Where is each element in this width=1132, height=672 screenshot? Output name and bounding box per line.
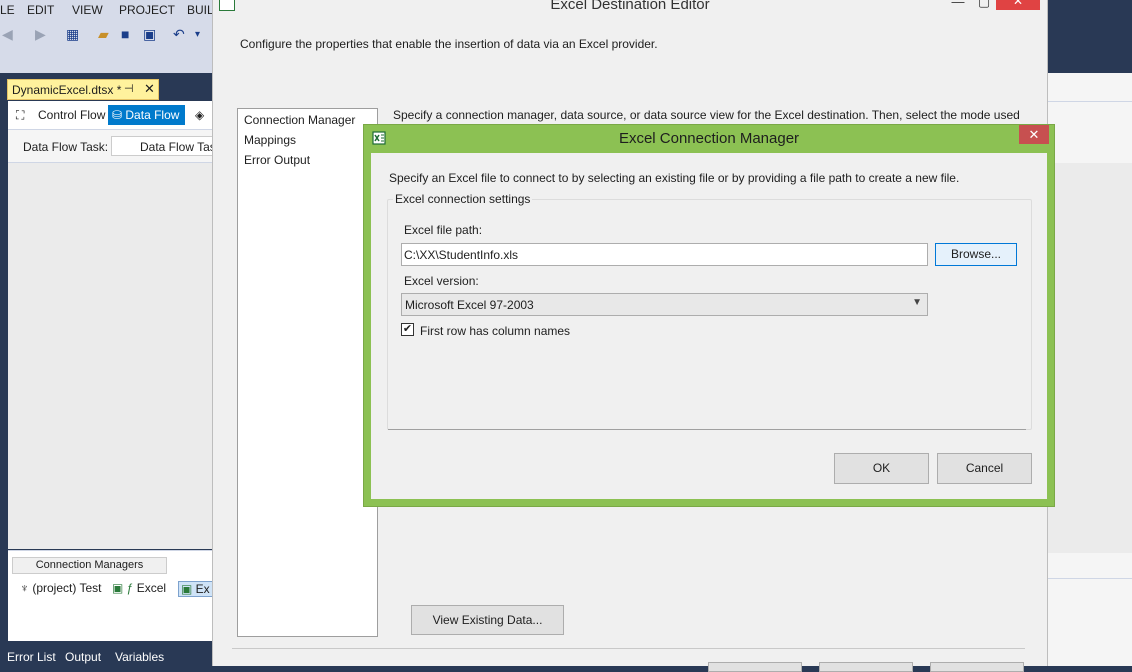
connection-item-project-test[interactable]: ♆ (project) Test (20, 581, 101, 595)
connection-item-label: (project) Test (32, 581, 102, 595)
vs-toolbar: ◀ ▶ ▦ ▰ ■ ▣ ↶ ▾ (0, 21, 212, 49)
version-label: Excel version: (404, 274, 479, 288)
nav-error-output[interactable]: Error Output (244, 153, 310, 167)
vs-right-chrome (1048, 0, 1132, 73)
close-tab-icon[interactable]: ✕ (144, 81, 155, 97)
new-project-icon[interactable]: ▦ (66, 26, 79, 43)
editor-button-partial[interactable] (708, 662, 802, 672)
back-icon[interactable]: ◀ (2, 26, 13, 43)
first-row-checkbox[interactable]: ✔ (401, 323, 414, 336)
vs-divider (0, 73, 212, 78)
dialog-title: Excel Connection Manager (618, 130, 800, 147)
editor-title: Excel Destination Editor (550, 0, 710, 13)
ok-button[interactable]: OK (834, 453, 929, 484)
parameters-icon[interactable]: ◈ (195, 105, 204, 125)
excel-icon: ▣ (181, 582, 196, 596)
save-icon[interactable]: ■ (121, 26, 129, 42)
open-folder-icon[interactable]: ▰ (98, 26, 109, 43)
first-row-label: First row has column names (420, 324, 571, 338)
file-path-input[interactable] (401, 243, 928, 266)
chevron-down-icon: ▼ (912, 297, 922, 308)
excel-version-value: Microsoft Excel 97-2003 (405, 298, 534, 312)
connection-managers-title: Connection Managers (12, 557, 167, 574)
editor-button-partial[interactable] (819, 662, 913, 672)
excel-version-select[interactable]: Microsoft Excel 97-2003 ▼ (401, 293, 928, 316)
cancel-button[interactable]: Cancel (937, 453, 1032, 484)
control-flow-icon: ⛶ (16, 108, 25, 122)
excel-icon: ▣ ƒ (112, 581, 137, 595)
group-bottom-line (388, 429, 1026, 430)
data-flow-icon: ⛁ (112, 108, 126, 122)
nav-connection-manager[interactable]: Connection Manager (244, 113, 356, 127)
editor-instructions: Specify a connection manager, data sourc… (393, 108, 1020, 122)
browse-button[interactable]: Browse... (935, 243, 1017, 266)
editor-separator (232, 648, 1025, 649)
undo-dropdown-icon[interactable]: ▾ (195, 29, 200, 40)
menu-view[interactable]: VIEW (72, 3, 103, 17)
tab-data-flow-label: Data Flow (125, 108, 180, 122)
save-all-icon[interactable]: ▣ (143, 26, 156, 43)
tab-error-list[interactable]: Error List (7, 650, 56, 664)
minimize-icon[interactable]: — (948, 0, 968, 9)
menu-project[interactable]: PROJECT (119, 3, 175, 17)
connection-item-label: Excel (136, 581, 167, 595)
checkmark-icon: ✔ (402, 323, 413, 335)
tab-data-flow[interactable]: ⛁ Data Flow (108, 105, 186, 125)
connection-icon: ♆ (20, 581, 33, 595)
vs-menu-bar: LE EDIT VIEW PROJECT BUIL (0, 0, 214, 21)
maximize-icon[interactable]: ▢ (974, 0, 994, 9)
connection-settings-legend: Excel connection settings (393, 192, 533, 206)
designer-tabs: ⛶ Control Flow ⛁ Data Flow ◈ (8, 101, 212, 130)
data-flow-task-label: Data Flow Task: (23, 140, 109, 154)
file-path-label: Excel file path: (404, 223, 483, 237)
nav-mappings[interactable]: Mappings (244, 133, 296, 147)
menu-build[interactable]: BUIL (187, 3, 214, 17)
data-flow-task-row: Data Flow Task: Data Flow Tas (8, 130, 221, 163)
dialog-close-button[interactable]: ✕ (1019, 125, 1049, 144)
dialog-description: Specify an Excel file to connect to by s… (389, 171, 960, 185)
tab-control-flow[interactable]: Control Flow (38, 105, 105, 125)
editor-description: Configure the properties that enable the… (240, 37, 658, 51)
data-flow-task-select[interactable]: Data Flow Tas (111, 136, 221, 156)
editor-close-button[interactable]: ✕ (996, 0, 1040, 10)
connection-item-label: Ex (195, 582, 210, 596)
tab-variables[interactable]: Variables (115, 650, 164, 664)
menu-edit[interactable]: EDIT (27, 3, 54, 17)
connection-item-excel-selected[interactable]: ▣ Ex (178, 581, 213, 597)
menu-file[interactable]: LE (0, 3, 15, 17)
data-flow-task-value: Data Flow Tas (140, 140, 216, 154)
pin-icon[interactable]: ⊣ (124, 82, 134, 95)
connection-item-excel[interactable]: ▣ ƒ Excel (112, 581, 166, 595)
forward-icon[interactable]: ▶ (35, 26, 46, 43)
tab-output[interactable]: Output (65, 650, 101, 664)
vs-bottom-tabs: Error List Output Variables (0, 648, 212, 666)
vs-toolbar-strip (0, 49, 212, 73)
view-existing-data-button[interactable]: View Existing Data... (411, 605, 564, 635)
editor-button-partial[interactable] (930, 662, 1024, 672)
undo-icon[interactable]: ↶ (173, 26, 185, 43)
document-tab-label: DynamicExcel.dtsx * (12, 83, 122, 97)
vs-right-pane (1048, 73, 1132, 666)
design-surface[interactable] (8, 163, 212, 549)
editor-nav-list (237, 108, 378, 637)
document-tab[interactable]: DynamicExcel.dtsx * ⊣ ✕ (7, 79, 159, 100)
